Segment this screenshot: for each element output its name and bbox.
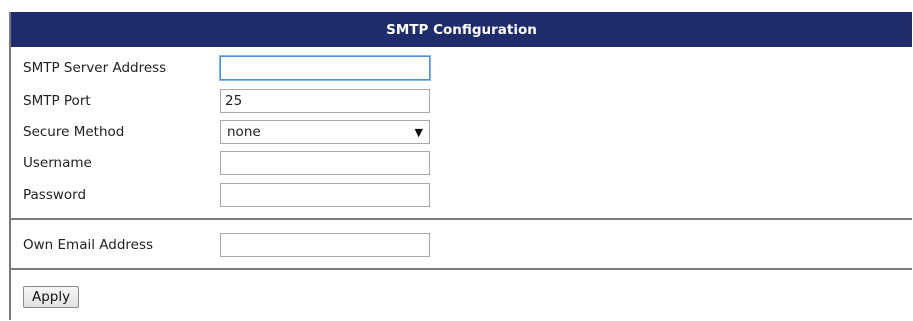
password-label: Password: [23, 187, 87, 203]
own-email-address-label: Own Email Address: [23, 237, 154, 253]
smtp-port-label: SMTP Port: [23, 93, 91, 109]
panel-header: SMTP Configuration: [11, 12, 912, 47]
password-row: Password: [11, 183, 912, 207]
password-input[interactable]: [220, 183, 430, 207]
secure-method-select[interactable]: none ▼: [220, 120, 430, 144]
smtp-server-address-row: SMTP Server Address: [11, 56, 912, 80]
username-label: Username: [23, 155, 92, 171]
section-divider: [11, 218, 912, 220]
section-divider: [11, 268, 912, 270]
secure-method-row: Secure Method none ▼: [11, 120, 912, 144]
secure-method-label: Secure Method: [23, 124, 125, 140]
smtp-port-input[interactable]: [220, 89, 430, 113]
smtp-configuration-panel: SMTP Configuration SMTP Server Address S…: [9, 12, 912, 320]
apply-button[interactable]: Apply: [23, 286, 80, 308]
own-email-address-input[interactable]: [220, 233, 430, 257]
caret-down-icon: ▼: [414, 125, 423, 139]
panel-title: SMTP Configuration: [386, 21, 537, 38]
secure-method-value: none: [227, 124, 261, 140]
username-input[interactable]: [220, 151, 430, 175]
smtp-server-address-label: SMTP Server Address: [23, 60, 167, 76]
smtp-server-address-input[interactable]: [220, 56, 430, 80]
username-row: Username: [11, 151, 912, 175]
smtp-port-row: SMTP Port: [11, 89, 912, 113]
own-email-address-row: Own Email Address: [11, 233, 912, 257]
